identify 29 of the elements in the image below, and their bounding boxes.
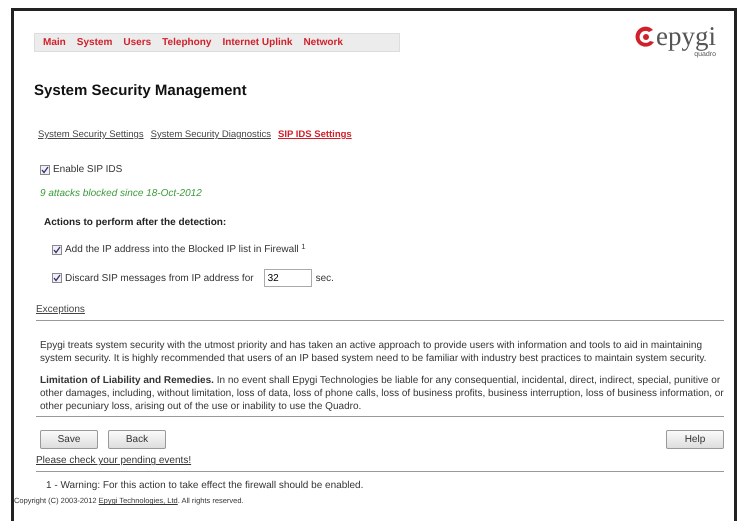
section-heading: Actions to perform after the detection: [44, 216, 228, 230]
menu-link[interactable]: System [76, 35, 112, 50]
checkbox[interactable] [40, 164, 50, 175]
menu-link[interactable]: Main [43, 35, 66, 50]
paragraph: Epygi treats system security with the utmost priority and has taken an active approach to provide users with information and tools to aid in maintaining system security. It is highly recommended that users of an IP based system need to be familiar with industry best practices to maintain system security. [40, 339, 708, 366]
checkbox-label: Add the IP address into the Blocked IP list in Firewall $^{1}$ [65, 242, 306, 258]
menu-link[interactable]: Telephony [162, 35, 212, 50]
menu-link[interactable]: Network [303, 35, 343, 50]
subtab-link[interactable]: System Security Diagnostics [150, 128, 271, 142]
footnote-text: 1 - Warning: For this action to take effect the firewall should be enabled. [46, 479, 364, 494]
help-button[interactable]: Help [666, 430, 724, 450]
status-text: 9 attacks blocked since 18-Oct-2012 [40, 187, 203, 202]
menu-link[interactable]: Internet Uplink [222, 35, 292, 50]
checkbox[interactable] [52, 244, 62, 255]
seconds-field[interactable]: 32 [264, 269, 312, 288]
menu-link[interactable]: Users [123, 35, 152, 50]
subtab-link[interactable]: System Security Settings [38, 128, 144, 142]
unit-label: sec. [316, 272, 334, 286]
checkbox-label: Enable SIP IDS [53, 163, 122, 178]
pending-events-link[interactable]: Please check your pending events! [36, 453, 192, 468]
subtab-link[interactable]: SIP IDS Settings [278, 128, 352, 142]
action-button[interactable]: Back [108, 430, 166, 450]
paragraph: Limitation of Liability and Remedies. In no event shall Epygi Technologies be liable for any consequential, incidental, direct, indirect, special, punitive or other damages, including, without limitation, loss of data, loss of phone calls, loss of business profits, business interruption, loss of business information, or other pecuniary loss, arising out of the use or inability to use the Quadro. [40, 374, 724, 414]
page-title: System Security Management [34, 82, 248, 100]
checkbox-label: Discard SIP messages from IP address for [65, 272, 254, 286]
exceptions-link[interactable]: Exceptions [36, 302, 85, 318]
checkbox[interactable] [52, 273, 62, 284]
action-button[interactable]: Save [40, 430, 98, 450]
brand-name: epygi [656, 23, 716, 50]
